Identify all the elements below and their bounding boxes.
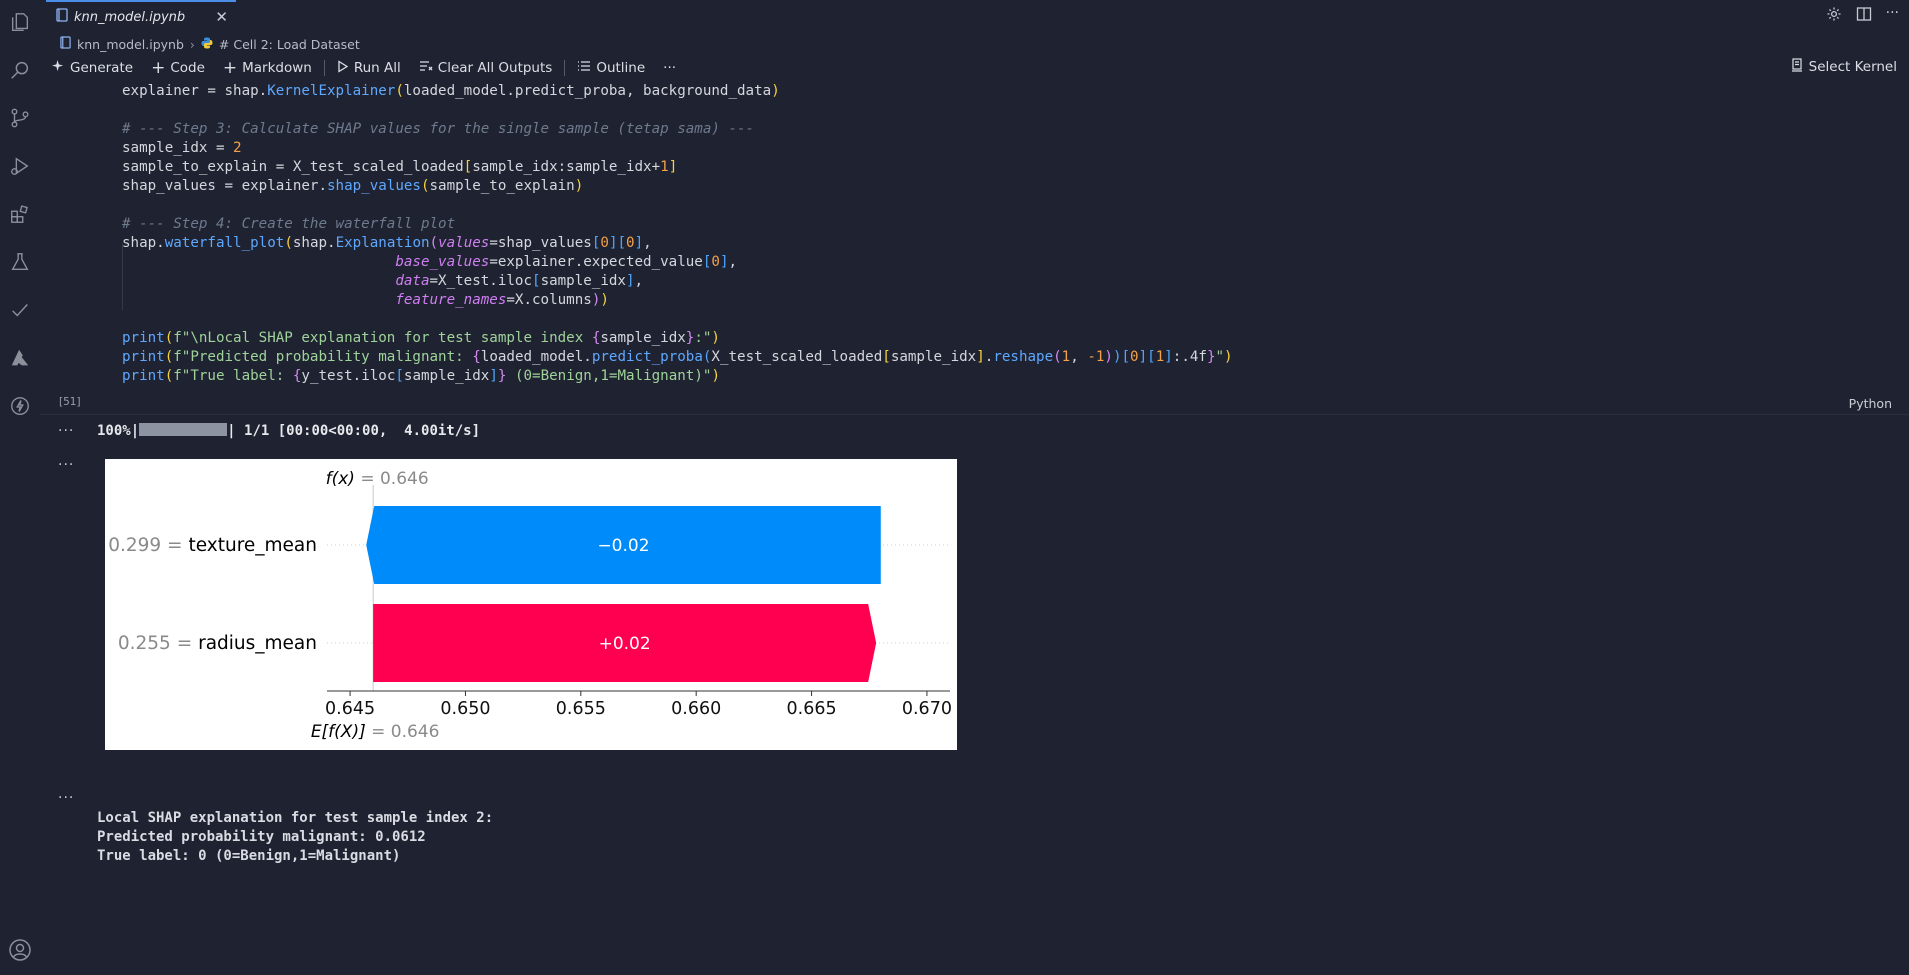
kernel-label: Select Kernel	[1808, 59, 1897, 75]
explorer-icon[interactable]	[8, 10, 32, 34]
outline-button[interactable]: Outline	[577, 60, 645, 76]
checkmark-icon[interactable]	[8, 298, 32, 322]
x-tick-label: 0.670	[902, 699, 952, 719]
progress-bar	[139, 423, 228, 436]
output-menu-icon[interactable]: ···	[58, 423, 74, 439]
more-toolbar-button[interactable]: ···	[663, 60, 676, 76]
markdown-label: Markdown	[242, 60, 312, 76]
tab-label: knn_model.ipynb	[74, 9, 186, 25]
notebook-toolbar: Generate + Code + Markdown Run All Clear…	[52, 56, 694, 80]
progress-output: 100%| | 1/1 [00:00<00:00, 4.00it/s]	[97, 423, 480, 439]
outline-label: Outline	[596, 60, 646, 76]
add-code-button[interactable]: + Code	[151, 58, 205, 78]
output-line: Predicted probability malignant: 0.0612	[97, 829, 426, 845]
x-tick-label: 0.645	[325, 699, 375, 719]
progress-status: | 1/1 [00:00<00:00, 4.00it/s]	[227, 423, 481, 439]
cell-divider	[40, 414, 1909, 415]
kernel-icon	[1791, 58, 1803, 76]
more-actions-icon[interactable]: ···	[1886, 6, 1899, 26]
sparkle-icon	[52, 59, 65, 77]
more-label: ···	[663, 60, 677, 76]
x-tick-label: 0.665	[787, 699, 837, 719]
run-all-label: Run All	[353, 60, 401, 76]
output-line: True label: 0 (0=Benign,1=Malignant)	[97, 848, 401, 864]
account-icon[interactable]	[8, 938, 32, 962]
output-line: Local SHAP explanation for test sample i…	[97, 810, 494, 826]
split-editor-icon[interactable]	[1856, 6, 1872, 26]
feature-label: 0.299 = texture_mean	[108, 535, 317, 556]
shap-waterfall-figure: −0.02 0.299 = texture_mean +0.02 0.255 = ra…	[105, 459, 957, 750]
generate-label: Generate	[70, 60, 134, 76]
breadcrumb-cell[interactable]: # Cell 2: Load Dataset	[219, 37, 360, 52]
cell-language[interactable]: Python	[1849, 396, 1892, 411]
play-outline-icon	[337, 59, 349, 77]
progress-percent: 100%|	[97, 423, 140, 439]
plus-icon: +	[222, 58, 238, 78]
lightning-icon[interactable]	[8, 394, 32, 418]
settings-gear-icon[interactable]	[1826, 6, 1842, 26]
tab-knn-model[interactable]: knn_model.ipynb ✕	[46, 0, 236, 32]
toolbar-divider	[323, 60, 325, 76]
notebook-icon	[56, 8, 68, 26]
bar-value-label: −0.02	[597, 536, 649, 556]
azure-icon[interactable]	[8, 346, 32, 370]
add-markdown-button[interactable]: + Markdown	[222, 58, 312, 78]
waterfall-chart: −0.02 0.299 = texture_mean +0.02 0.255 = ra…	[108, 469, 952, 742]
list-icon	[577, 60, 591, 76]
code-editor[interactable]: explainer = shap.KernelExplainer(loaded_…	[122, 82, 1233, 386]
toolbar-divider	[564, 60, 566, 76]
code-label: Code	[170, 60, 205, 76]
chevron-right-icon: ›	[189, 36, 195, 52]
notebook-icon	[60, 36, 71, 52]
clear-outputs-button[interactable]: Clear All Outputs	[419, 60, 553, 76]
clear-outputs-label: Clear All Outputs	[437, 60, 553, 76]
clear-all-icon	[419, 60, 433, 76]
x-tick-label: 0.655	[556, 699, 606, 719]
extensions-icon[interactable]	[8, 202, 32, 226]
tab-bar: knn_model.ipynb ✕ ···	[40, 0, 1909, 32]
print-output: Local SHAP explanation for test sample i…	[97, 809, 493, 866]
fx-label: f(x) = 0.646	[326, 469, 429, 489]
breadcrumb: knn_model.ipynb › # Cell 2: Load Dataset	[60, 34, 360, 54]
python-icon	[201, 37, 213, 52]
plus-icon: +	[151, 58, 166, 78]
bar-value-label: +0.02	[599, 634, 651, 654]
source-control-icon[interactable]	[8, 106, 32, 130]
breadcrumb-file[interactable]: knn_model.ipynb	[77, 37, 184, 52]
x-tick-label: 0.660	[671, 699, 721, 719]
execution-count: [51]	[59, 396, 81, 408]
search-icon[interactable]	[8, 58, 32, 82]
output-menu-icon[interactable]: ···	[58, 457, 74, 473]
testing-flask-icon[interactable]	[8, 250, 32, 274]
activity-bar	[0, 0, 40, 975]
close-icon[interactable]: ✕	[215, 8, 228, 26]
x-tick-label: 0.650	[440, 699, 490, 719]
output-menu-icon[interactable]: ···	[58, 790, 74, 806]
feature-label: 0.255 = radius_mean	[118, 633, 317, 654]
run-debug-icon[interactable]	[8, 154, 32, 178]
select-kernel-button[interactable]: Select Kernel	[1791, 58, 1897, 76]
generate-button[interactable]: Generate	[52, 59, 134, 77]
run-all-button[interactable]: Run All	[337, 59, 401, 77]
expected-value-label: E[f(X)] = 0.646	[311, 722, 440, 742]
